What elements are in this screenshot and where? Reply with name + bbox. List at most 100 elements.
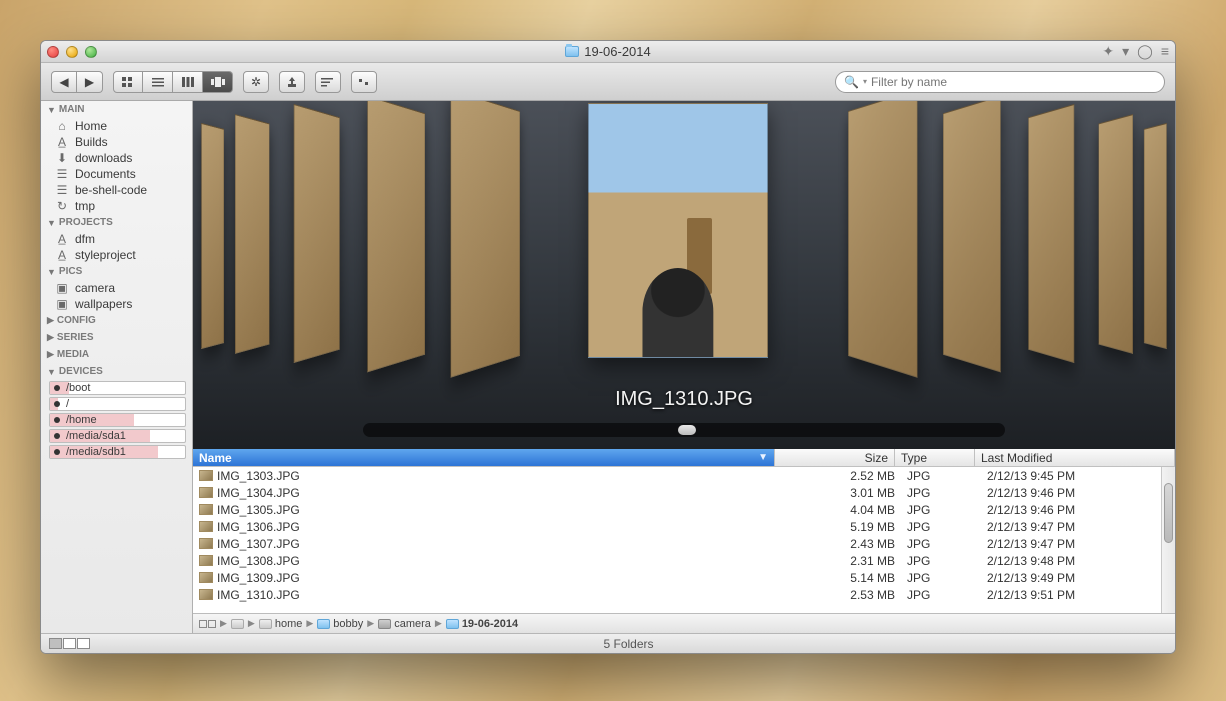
disclosure-triangle-icon: ▶ xyxy=(47,315,54,326)
file-size: 2.53 MB xyxy=(781,588,901,602)
vertical-scrollbar[interactable] xyxy=(1161,467,1175,613)
coverflow-thumb[interactable] xyxy=(235,114,269,354)
wallpapers-icon: ▣ xyxy=(55,297,69,311)
file-size: 5.14 MB xyxy=(781,571,901,585)
titlebar: 19-06-2014 ✦ ▾ ◯ ≡ xyxy=(41,41,1175,63)
file-name-cell: IMG_1307.JPG xyxy=(193,537,781,551)
coverflow-thumb[interactable] xyxy=(367,101,425,372)
sidebar-item[interactable]: ☰Documents xyxy=(41,166,192,182)
sidebar-section-header[interactable]: ▼PROJECTS xyxy=(41,214,192,231)
person-shape xyxy=(642,268,713,357)
camera-icon xyxy=(378,619,391,629)
coverflow-thumb[interactable] xyxy=(1144,123,1167,349)
file-row[interactable]: IMG_1307.JPG2.43 MBJPG2/12/13 9:47 PM xyxy=(193,535,1175,552)
path-crumb[interactable]: home xyxy=(259,618,303,630)
share-button[interactable] xyxy=(279,71,305,93)
extra-button[interactable] xyxy=(351,71,377,93)
file-row[interactable]: IMG_1306.JPG5.19 MBJPG2/12/13 9:47 PM xyxy=(193,518,1175,535)
sidebar-section-header[interactable]: ▼PICS xyxy=(41,263,192,280)
coverflow-thumb[interactable] xyxy=(943,101,1001,372)
coverflow-thumb[interactable] xyxy=(1098,114,1132,354)
arrange-button[interactable] xyxy=(315,71,341,93)
sidebar-device-item[interactable]: / xyxy=(41,396,192,412)
file-name-cell: IMG_1306.JPG xyxy=(193,520,781,534)
sidebar-device-item[interactable]: /boot xyxy=(41,380,192,396)
sidebar-item-label: Home xyxy=(75,119,107,133)
sidebar-item[interactable]: ⬇downloads xyxy=(41,150,192,166)
view-columns-button[interactable] xyxy=(173,71,203,93)
column-type[interactable]: Type xyxy=(895,449,975,467)
coverflow-current[interactable] xyxy=(588,103,768,358)
scroll-thumb[interactable] xyxy=(1164,483,1173,543)
file-size: 2.31 MB xyxy=(781,554,901,568)
sidebar-item[interactable]: ☰be-shell-code xyxy=(41,182,192,198)
file-name: IMG_1303.JPG xyxy=(217,469,300,483)
file-name: IMG_1310.JPG xyxy=(217,588,300,602)
coverflow-scroll-thumb[interactable] xyxy=(678,425,696,435)
pane-switcher[interactable] xyxy=(49,638,90,649)
file-name-cell: IMG_1310.JPG xyxy=(193,588,781,602)
sidebar-device-item[interactable]: /media/sda1 xyxy=(41,428,192,444)
sidebar-device-item[interactable]: /home xyxy=(41,412,192,428)
folder-icon xyxy=(565,46,579,57)
file-row[interactable]: IMG_1305.JPG4.04 MBJPG2/12/13 9:46 PM xyxy=(193,501,1175,518)
coverflow-thumb[interactable] xyxy=(451,101,520,378)
sidebar-section-label: MAIN xyxy=(59,104,85,115)
search-input[interactable] xyxy=(871,75,1156,89)
device-label: /boot xyxy=(66,382,90,394)
back-button[interactable]: ◀ xyxy=(51,71,77,93)
sidebar-section-header[interactable]: ▼MAIN xyxy=(41,101,192,118)
file-thumbnail-icon xyxy=(199,521,213,532)
sort-indicator-icon: ▼ xyxy=(758,452,768,463)
coverflow-thumb[interactable] xyxy=(201,123,224,349)
sidebar-item[interactable]: ▣camera xyxy=(41,280,192,296)
sidebar-section-header[interactable]: ▶SERIES xyxy=(41,329,192,346)
coverflow-thumb[interactable] xyxy=(848,101,917,378)
file-size: 2.43 MB xyxy=(781,537,901,551)
path-crumb[interactable]: camera xyxy=(378,618,431,630)
path-crumb[interactable] xyxy=(231,619,244,629)
sidebar-section-header[interactable]: ▼DEVICES xyxy=(41,363,192,380)
coverflow-thumb[interactable] xyxy=(1028,104,1074,363)
path-history-icon[interactable] xyxy=(199,620,216,628)
coverflow[interactable]: IMG_1310.JPG xyxy=(193,101,1175,449)
path-crumb-label: bobby xyxy=(333,618,363,630)
column-size-label: Size xyxy=(865,451,888,465)
sidebar-item[interactable]: ⌂Home xyxy=(41,118,192,134)
file-thumbnail-icon xyxy=(199,538,213,549)
sidebar-item-label: downloads xyxy=(75,151,132,165)
coverflow-label: IMG_1310.JPG xyxy=(193,388,1175,411)
path-separator-icon: ▶ xyxy=(435,618,442,629)
sidebar-device-item[interactable]: /media/sdb1 xyxy=(41,444,192,460)
sidebar-item[interactable]: A̲Builds xyxy=(41,134,192,150)
file-row[interactable]: IMG_1308.JPG2.31 MBJPG2/12/13 9:48 PM xyxy=(193,552,1175,569)
view-icons-button[interactable] xyxy=(113,71,143,93)
path-crumb[interactable]: bobby xyxy=(317,618,363,630)
column-name[interactable]: Name▼ xyxy=(193,449,775,467)
view-coverflow-button[interactable] xyxy=(203,71,233,93)
sidebar-item-label: tmp xyxy=(75,199,95,213)
path-crumb[interactable]: 19-06-2014 xyxy=(446,618,518,630)
sidebar-section-label: PICS xyxy=(59,266,82,277)
column-modified[interactable]: Last Modified xyxy=(975,449,1175,467)
sidebar-item[interactable]: ▣wallpapers xyxy=(41,296,192,312)
file-row[interactable]: IMG_1303.JPG2.52 MBJPG2/12/13 9:45 PM xyxy=(193,467,1175,484)
sidebar-section-header[interactable]: ▶MEDIA xyxy=(41,346,192,363)
file-row[interactable]: IMG_1304.JPG3.01 MBJPG2/12/13 9:46 PM xyxy=(193,484,1175,501)
status-bar: 5 Folders xyxy=(41,633,1175,653)
settings-button[interactable]: ✲ xyxy=(243,71,269,93)
coverflow-thumb[interactable] xyxy=(294,104,340,363)
file-row[interactable]: IMG_1310.JPG2.53 MBJPG2/12/13 9:51 PM xyxy=(193,586,1175,603)
forward-button[interactable]: ▶ xyxy=(77,71,103,93)
view-list-button[interactable] xyxy=(143,71,173,93)
sidebar-item[interactable]: A̲styleproject xyxy=(41,247,192,263)
sidebar-section-header[interactable]: ▶CONFIG xyxy=(41,312,192,329)
search-field[interactable]: 🔍▾ xyxy=(835,71,1165,93)
column-size[interactable]: Size xyxy=(775,449,895,467)
sidebar-item[interactable]: ↻tmp xyxy=(41,198,192,214)
file-row[interactable]: IMG_1309.JPG5.14 MBJPG2/12/13 9:49 PM xyxy=(193,569,1175,586)
coverflow-scrollbar[interactable] xyxy=(363,423,1005,437)
device-label: /media/sda1 xyxy=(66,430,126,442)
device-usage-bar: /boot xyxy=(49,381,186,395)
sidebar-item[interactable]: A̲dfm xyxy=(41,231,192,247)
